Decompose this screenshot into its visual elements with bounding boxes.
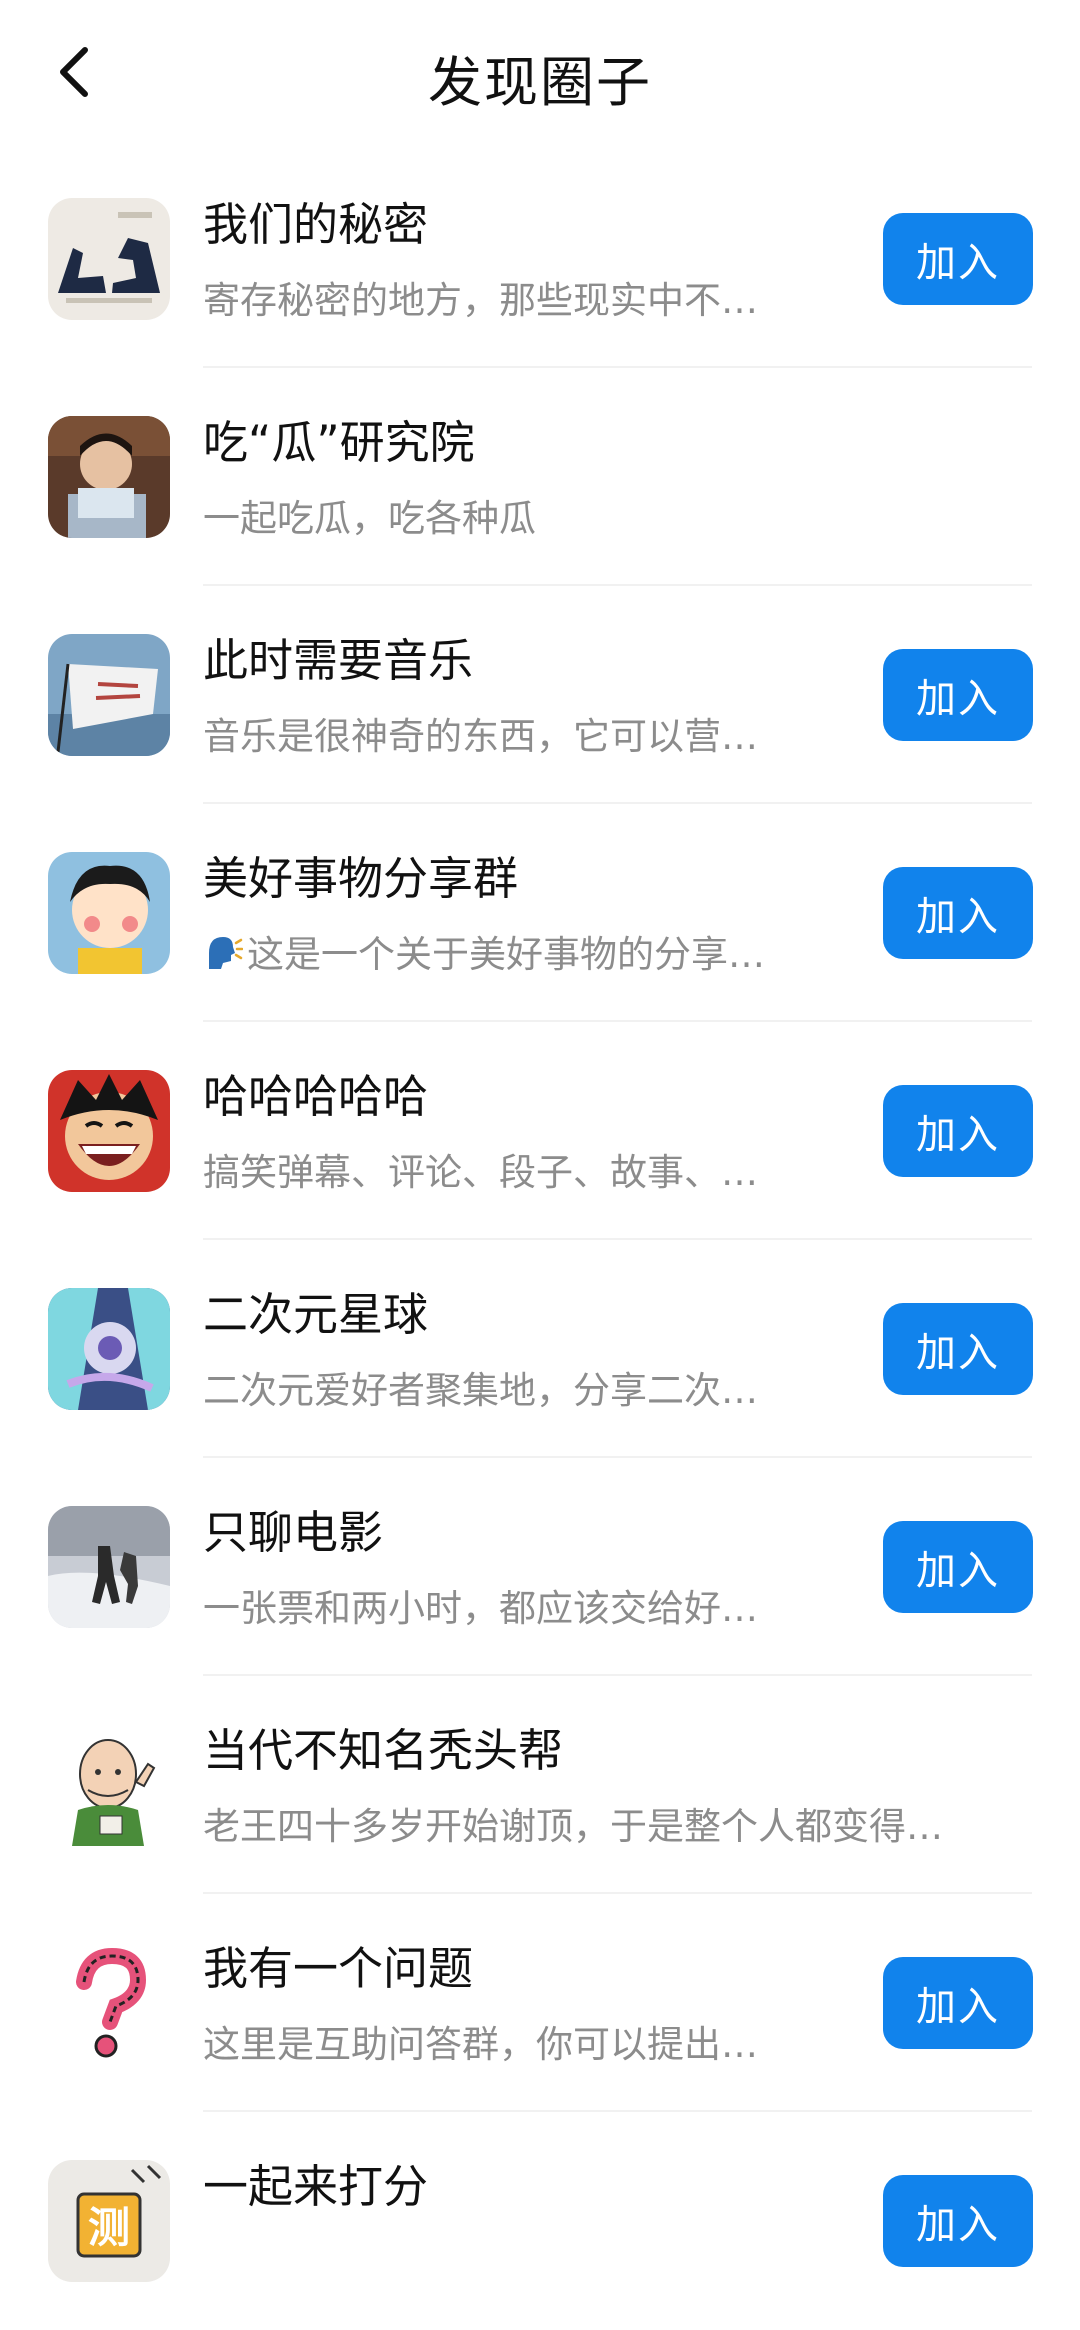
list-item[interactable]: 我有一个问题 这里是互助问答群，你可以提出… 加入	[0, 1894, 1080, 2112]
circle-description: 音乐是很神奇的东西，它可以营…	[203, 715, 758, 758]
list-item[interactable]: 美好事物分享群 这是一个关于美好事物的分享… 加入	[0, 804, 1080, 1022]
list-item[interactable]: 我们的秘密 寄存秘密的地方，那些现实中不… 加入	[0, 150, 1080, 368]
circle-name: 一起来打分	[203, 2160, 429, 2213]
circle-name: 二次元星球	[203, 1288, 429, 1341]
page-title: 发现圈子	[428, 51, 652, 114]
avatar	[48, 852, 170, 974]
join-button[interactable]: 加入	[883, 1521, 1033, 1613]
speaking-head-icon	[209, 937, 243, 969]
avatar	[48, 1724, 170, 1846]
circle-description: 这里是互助问答群，你可以提出…	[203, 2023, 758, 2066]
circle-description: 这是一个关于美好事物的分享…	[203, 924, 823, 978]
join-button[interactable]: 加入	[883, 2175, 1033, 2267]
avatar	[48, 1288, 170, 1410]
circle-name: 哈哈哈哈哈	[203, 1070, 429, 1123]
circle-name: 当代不知名秃头帮	[203, 1724, 564, 1777]
circle-description: 一起吃瓜，吃各种瓜	[203, 497, 536, 540]
list-item[interactable]: 吃“瓜”研究院 一起吃瓜，吃各种瓜	[0, 368, 1080, 586]
top-bar: 发现圈子	[0, 0, 1080, 150]
join-button[interactable]: 加入	[883, 1303, 1033, 1395]
circle-name: 吃“瓜”研究院	[203, 416, 475, 469]
join-button[interactable]: 加入	[883, 1957, 1033, 2049]
list-item[interactable]: 二次元星球 二次元爱好者聚集地，分享二次… 加入	[0, 1240, 1080, 1458]
list-item[interactable]: 测 一起来打分 加入	[0, 2112, 1080, 2330]
circle-description: 二次元爱好者聚集地，分享二次…	[203, 1369, 758, 1412]
avatar	[48, 1506, 170, 1628]
list-item[interactable]: 只聊电影 一张票和两小时，都应该交给好… 加入	[0, 1458, 1080, 1676]
list-item[interactable]: 当代不知名秃头帮 老王四十多岁开始谢顶，于是整个人都变得…	[0, 1676, 1080, 1894]
avatar	[48, 198, 170, 320]
join-button[interactable]: 加入	[883, 1085, 1033, 1177]
join-button[interactable]: 加入	[883, 649, 1033, 741]
circle-name: 只聊电影	[203, 1506, 384, 1559]
circle-description: 老王四十多岁开始谢顶，于是整个人都变得…	[203, 1805, 943, 1848]
circle-name: 我有一个问题	[203, 1942, 474, 1995]
list-item[interactable]: 此时需要音乐 音乐是很神奇的东西，它可以营… 加入	[0, 586, 1080, 804]
avatar-label: 测	[88, 2203, 130, 2252]
join-button[interactable]: 加入	[883, 213, 1033, 305]
circle-description: 一张票和两小时，都应该交给好…	[203, 1587, 758, 1630]
avatar	[48, 634, 170, 756]
avatar: 测	[48, 2160, 170, 2282]
circle-name: 此时需要音乐	[203, 634, 474, 687]
circle-list: 我们的秘密 寄存秘密的地方，那些现实中不… 加入 吃“瓜”研究院 一起吃瓜，吃各…	[0, 150, 1080, 2330]
circle-description: 寄存秘密的地方，那些现实中不…	[203, 279, 758, 322]
avatar	[48, 1942, 170, 2064]
list-item[interactable]: 哈哈哈哈哈 搞笑弹幕、评论、段子、故事、… 加入	[0, 1022, 1080, 1240]
circle-description: 搞笑弹幕、评论、段子、故事、…	[203, 1151, 758, 1194]
circle-name: 我们的秘密	[203, 198, 429, 251]
circle-name: 美好事物分享群	[203, 852, 519, 905]
circle-description-text: 这是一个关于美好事物的分享…	[247, 933, 765, 976]
join-button[interactable]: 加入	[883, 867, 1033, 959]
avatar	[48, 1070, 170, 1192]
avatar	[48, 416, 170, 538]
